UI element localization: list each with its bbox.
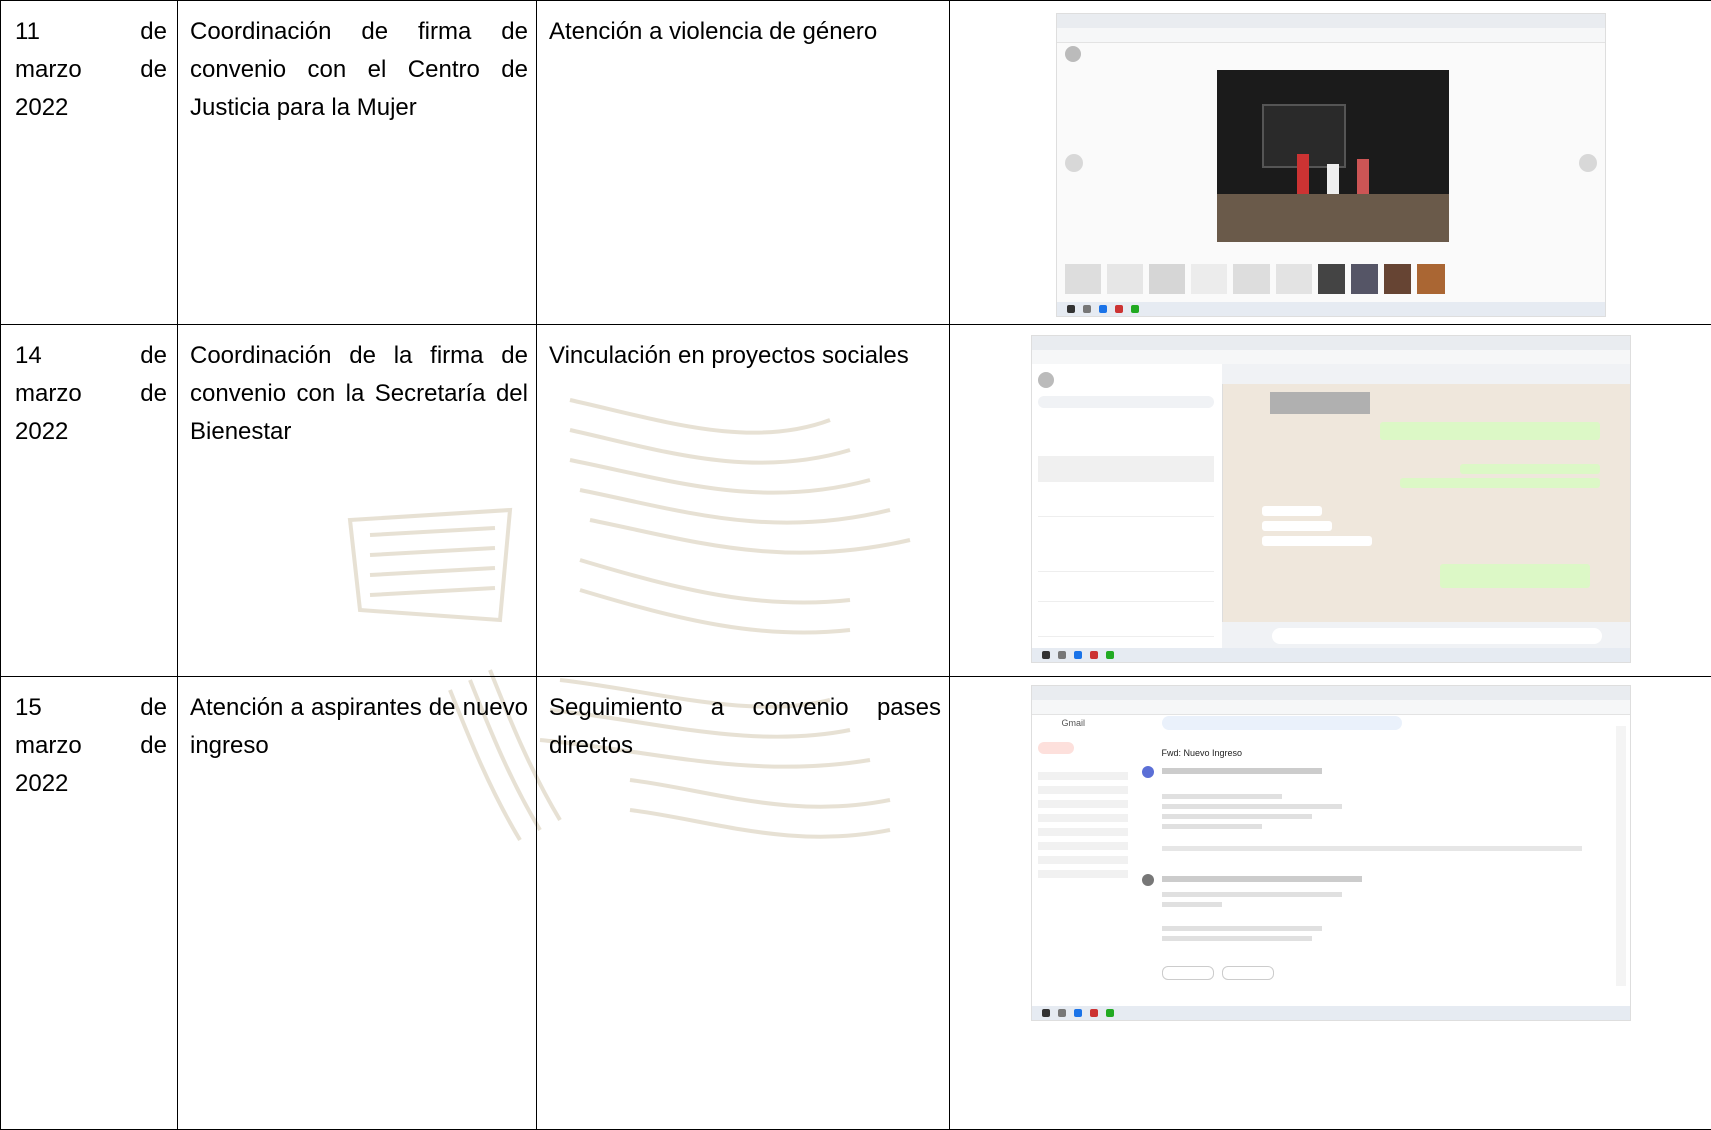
table-row: 11 de marzo de 2022 Coordinación de firma … <box>1 1 1711 325</box>
area-cell: Atención a violencia de género <box>537 1 950 325</box>
evidence-screenshot <box>1031 335 1631 663</box>
area-text: Atención a violencia de género <box>537 1 949 51</box>
date-de: de <box>140 375 167 413</box>
area-cell: Vinculación en proyectos sociales <box>537 325 950 677</box>
activity-text: Coordinación de la firma de convenio con… <box>178 325 536 451</box>
date-month: marzo <box>15 727 82 765</box>
date-month: marzo <box>15 51 82 89</box>
date-cell: 14 de marzo de 2022 <box>1 325 178 677</box>
date-de: de <box>140 51 167 89</box>
evidence-screenshot <box>1056 13 1606 317</box>
date-day: 14 <box>15 337 42 375</box>
evidence-screenshot: Gmail Fwd: Nuevo Ingreso <box>1031 685 1631 1021</box>
activity-cell: Coordinación de la firma de convenio con… <box>178 325 537 677</box>
date-day: 15 <box>15 689 42 727</box>
date-de: de <box>140 13 167 51</box>
activity-cell: Atención a aspirantes de nuevo ingreso <box>178 677 537 1130</box>
next-arrow-icon <box>1579 154 1597 172</box>
app-name: Gmail <box>1062 718 1086 728</box>
area-cell: Seguimiento a convenio pases directos <box>537 677 950 1130</box>
date-day: 11 <box>15 13 40 51</box>
evidence-cell <box>950 1 1711 325</box>
area-text: Seguimiento a convenio pases directos <box>537 677 949 765</box>
area-text: Vinculación en proyectos sociales <box>537 325 949 375</box>
evidence-cell: Gmail Fwd: Nuevo Ingreso <box>950 677 1711 1130</box>
date-year: 2022 <box>15 89 68 127</box>
date-de: de <box>140 689 167 727</box>
table-row: 15 de marzo de 2022 Atención a aspirantes … <box>1 677 1711 1130</box>
date-month: marzo <box>15 375 82 413</box>
date-cell: 11 de marzo de 2022 <box>1 1 178 325</box>
activity-text: Coordinación de firma de convenio con el… <box>178 1 536 127</box>
prev-arrow-icon <box>1065 154 1083 172</box>
evidence-cell <box>950 325 1711 677</box>
date-de: de <box>140 337 167 375</box>
email-subject: Fwd: Nuevo Ingreso <box>1162 748 1243 758</box>
search-input <box>1162 716 1402 730</box>
activities-table: 11 de marzo de 2022 Coordinación de firma … <box>0 0 1711 1130</box>
date-year: 2022 <box>15 765 68 803</box>
table-row: 14 de marzo de 2022 Coordinación de la fir… <box>1 325 1711 677</box>
date-de: de <box>140 727 167 765</box>
date-year: 2022 <box>15 413 68 451</box>
activity-text: Atención a aspirantes de nuevo ingreso <box>178 677 536 765</box>
date-cell: 15 de marzo de 2022 <box>1 677 178 1130</box>
activity-cell: Coordinación de firma de convenio con el… <box>178 1 537 325</box>
